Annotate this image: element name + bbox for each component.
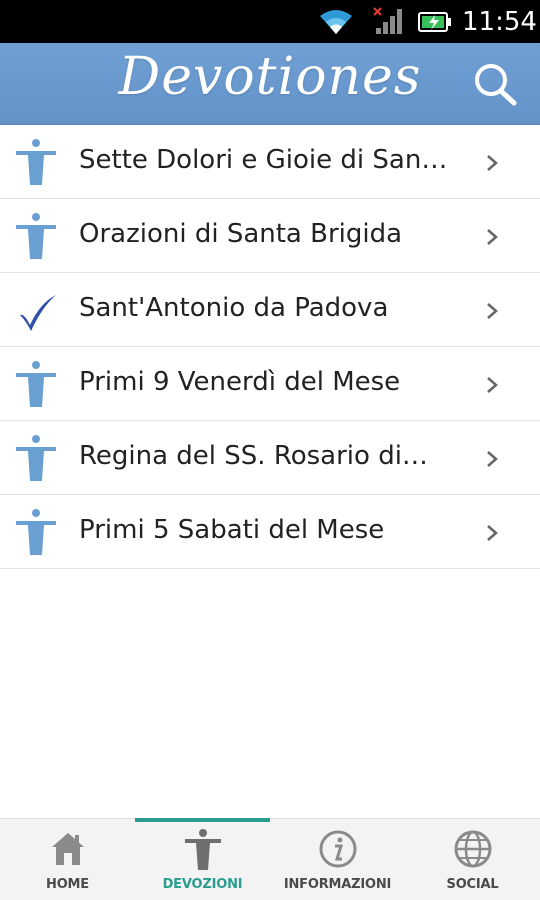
battery-charging-icon: [418, 12, 451, 32]
list-item[interactable]: Regina del SS. Rosario di…: [0, 421, 540, 495]
globe-icon: [454, 830, 491, 868]
search-icon: [475, 64, 517, 106]
bottom-nav: HOME DEVOZIONI INFORMAZIONI SOCIAL: [0, 818, 540, 900]
checkmark-icon: [20, 295, 56, 331]
list-item-label: Sant'Antonio da Padova: [79, 293, 389, 323]
list-item-label: Primi 9 Venerdì del Mese: [79, 367, 401, 397]
christ-statue-icon: [16, 213, 56, 259]
chevron-right-icon: [487, 155, 498, 171]
list-item-label: Primi 5 Sabati del Mese: [79, 515, 385, 545]
status-bar: 11:54: [0, 0, 540, 43]
search-button[interactable]: [470, 61, 520, 107]
tab-label: DEVOZIONI: [162, 877, 243, 892]
christ-statue-icon: [16, 435, 56, 481]
list-item-label: Regina del SS. Rosario di…: [79, 441, 428, 471]
tab-label: HOME: [46, 877, 89, 892]
page-title: Devotiones: [118, 47, 422, 107]
christ-statue-icon: [16, 361, 56, 407]
wifi-icon: [320, 10, 352, 34]
app-header: Devotiones: [0, 43, 540, 125]
list-item-label: Sette Dolori e Gioie di San…: [79, 145, 448, 175]
status-clock: 11:54: [462, 7, 537, 37]
list-item[interactable]: Primi 5 Sabati del Mese: [0, 495, 540, 569]
signal-no-service-icon: [373, 7, 402, 34]
list-item-label: Orazioni di Santa Brigida: [79, 219, 403, 249]
tab-label: INFORMAZIONI: [283, 877, 392, 892]
list-item[interactable]: Orazioni di Santa Brigida: [0, 199, 540, 273]
chevron-right-icon: [487, 229, 498, 245]
list-item[interactable]: Sant'Antonio da Padova: [0, 273, 540, 347]
devotion-list: Sette Dolori e Gioie di San… Orazioni di…: [0, 125, 540, 569]
christ-statue-icon: [16, 139, 56, 185]
tab-label: SOCIAL: [446, 877, 499, 892]
info-icon: [319, 830, 356, 868]
tab-social[interactable]: SOCIAL: [405, 819, 540, 900]
tab-informazioni[interactable]: INFORMAZIONI: [270, 819, 405, 900]
list-item[interactable]: Sette Dolori e Gioie di San…: [0, 125, 540, 199]
home-icon: [51, 833, 84, 865]
list-item[interactable]: Primi 9 Venerdì del Mese: [0, 347, 540, 421]
tab-devozioni[interactable]: DEVOZIONI: [135, 818, 270, 900]
chevron-right-icon: [487, 303, 498, 319]
christ-statue-icon: [184, 829, 221, 870]
chevron-right-icon: [487, 377, 498, 393]
chevron-right-icon: [487, 525, 498, 541]
chevron-right-icon: [487, 451, 498, 467]
christ-statue-icon: [16, 509, 56, 555]
tab-home[interactable]: HOME: [0, 819, 135, 900]
